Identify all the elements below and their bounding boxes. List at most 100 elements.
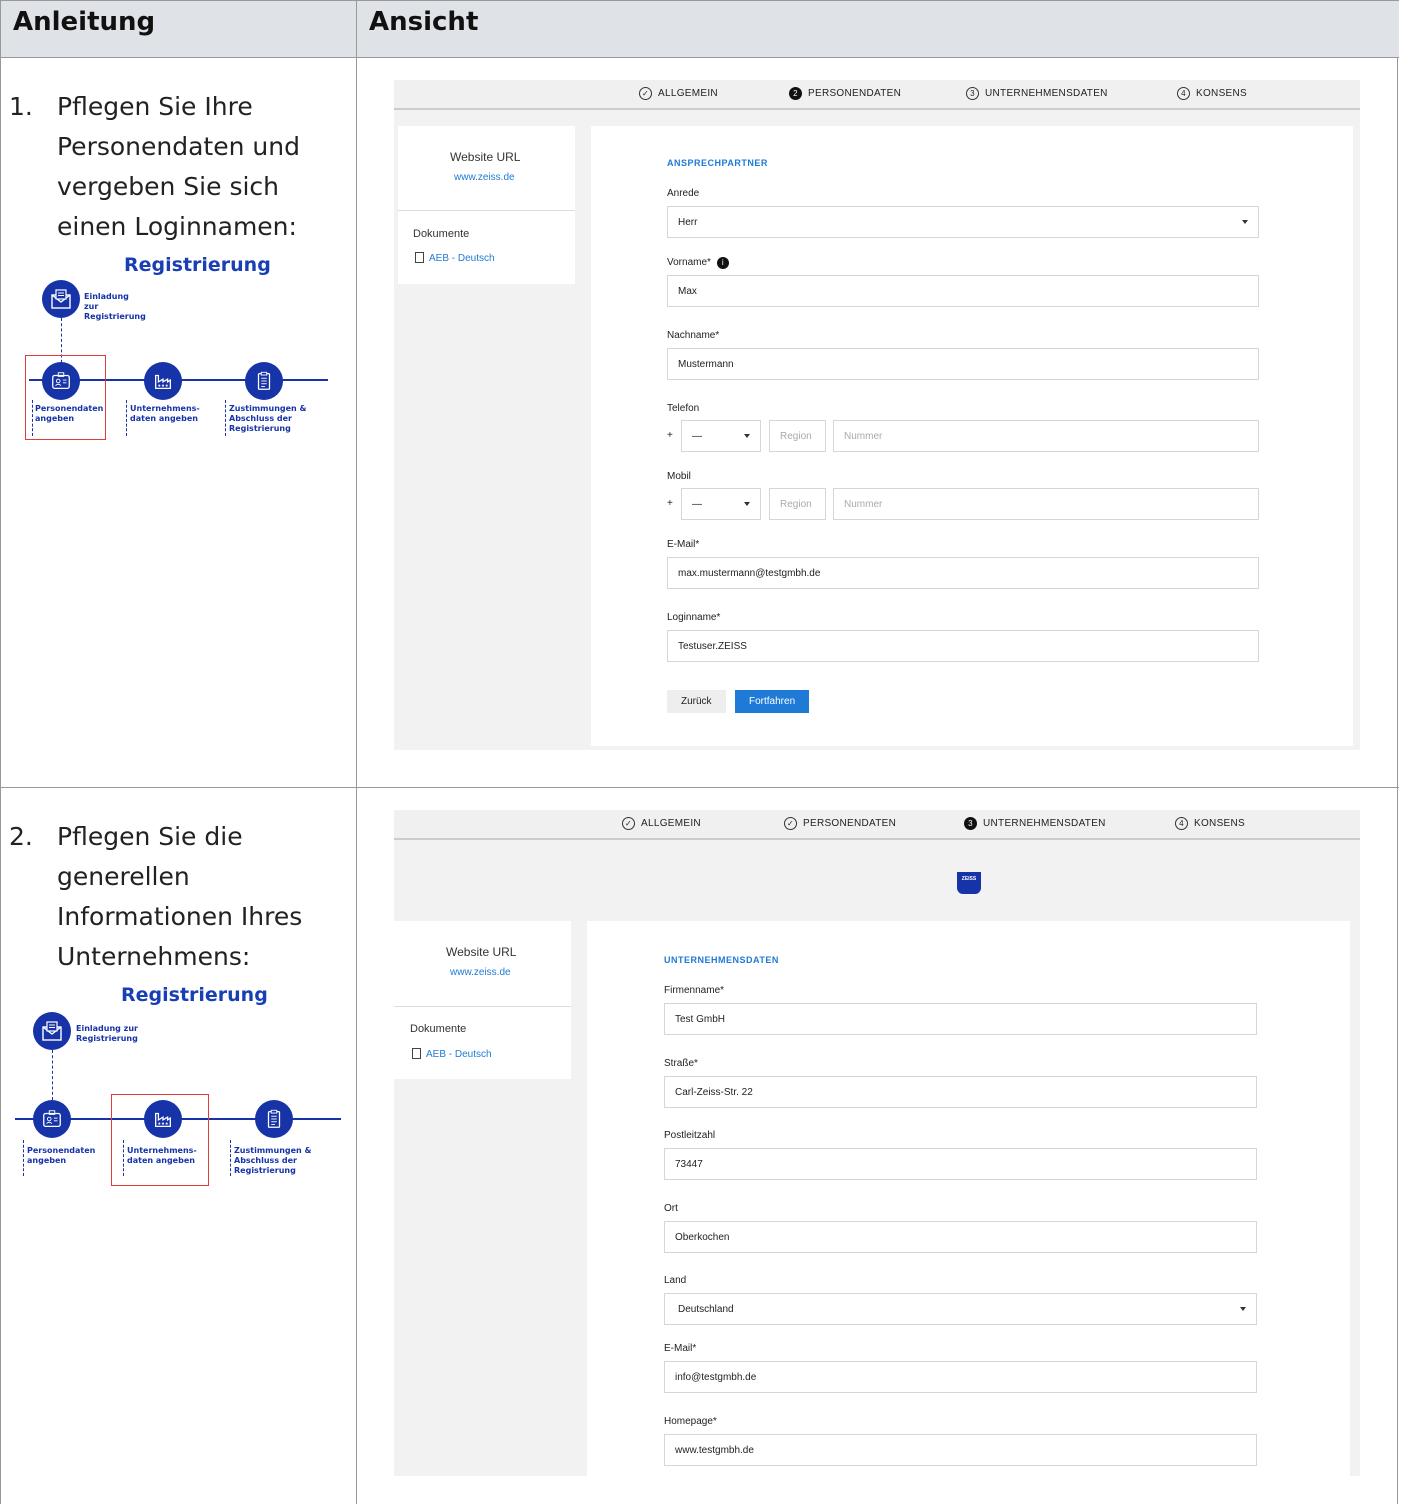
form-panel: ANSPRECHPARTNER Anrede Herr Vorname* i M… <box>591 126 1353 746</box>
country-value: — <box>692 499 702 510</box>
dokumente-label: Dokumente <box>410 1023 467 1035</box>
land-select[interactable]: Deutschland <box>664 1293 1257 1325</box>
firmenname-label: Firmenname* <box>664 985 725 996</box>
info-icon[interactable]: i <box>716 257 729 269</box>
website-url-link[interactable]: www.zeiss.de <box>454 172 515 183</box>
step-label: PERSONENDATEN <box>808 88 902 99</box>
sidebar-divider <box>394 1006 571 1007</box>
telefon-nummer-field[interactable]: Nummer <box>833 420 1259 452</box>
vorname-label: Vorname* i <box>667 257 729 269</box>
instruction-text: Pflegen Sie die generellen Informationen… <box>57 822 303 971</box>
factory-icon <box>144 362 182 400</box>
header-ansicht: Ansicht <box>369 7 479 37</box>
invitation-label: Einladung zur Registrierung <box>76 1024 138 1043</box>
plus-sign: + <box>667 430 673 441</box>
process-diagram-1: Registrierung Einladung zur Registrierun… <box>1 254 331 454</box>
step2-label: Unternehmens-daten angeben <box>130 404 200 423</box>
check-icon: ✓ <box>784 817 797 830</box>
step-personendaten[interactable]: ✓ PERSONENDATEN <box>784 817 896 830</box>
back-button[interactable]: Zurück <box>667 690 726 713</box>
chevron-down-icon <box>744 434 750 438</box>
check-icon: ✓ <box>639 87 652 100</box>
step-number-icon: 4 <box>1175 817 1188 830</box>
section-title: UNTERNEHMENSDATEN <box>664 955 779 965</box>
email-field[interactable]: info@testgmbh.de <box>664 1361 1257 1393</box>
step-number-icon: 3 <box>964 817 977 830</box>
aeb-document-link[interactable]: AEB - Deutsch <box>412 1048 492 1060</box>
anrede-value: Herr <box>678 217 698 228</box>
strasse-field[interactable]: Carl-Zeiss-Str. 22 <box>664 1076 1257 1108</box>
ort-field[interactable]: Oberkochen <box>664 1221 1257 1253</box>
homepage-field[interactable]: www.testgmbh.de <box>664 1434 1257 1466</box>
website-url-link[interactable]: www.zeiss.de <box>450 967 511 978</box>
column-divider <box>356 0 357 1504</box>
zeiss-logo: ZEISS <box>957 872 981 894</box>
step-unternehmensdaten[interactable]: 3 UNTERNEHMENSDATEN <box>966 87 1108 100</box>
document-icon <box>412 1048 421 1059</box>
form-panel: UNTERNEHMENSDATEN Firmenname* Test GmbH … <box>587 921 1350 1476</box>
document-link-label: AEB - Deutsch <box>429 253 495 264</box>
stepper: ✓ ALLGEMEIN ✓ PERSONENDATEN 3 UNTERNEHMENSD… <box>394 810 1360 840</box>
instruction-number: 2. <box>9 822 33 851</box>
step-allgemein[interactable]: ✓ ALLGEMEIN <box>622 817 701 830</box>
stepper: ✓ ALLGEMEIN 2 PERSONENDATEN 3 UNTERNEHMENSD… <box>394 80 1360 110</box>
email-field[interactable]: max.mustermann@testgmbh.de <box>667 557 1259 589</box>
logo-text: ZEISS <box>961 876 977 882</box>
envelope-icon <box>33 1012 71 1050</box>
diagram-title: Registrierung <box>124 254 271 276</box>
vorname-label-text: Vorname* <box>667 257 711 268</box>
section-title: ANSPRECHPARTNER <box>667 158 768 168</box>
dashed-connector <box>52 1050 53 1100</box>
mobil-country-select[interactable]: — <box>681 488 761 520</box>
envelope-icon <box>42 280 80 318</box>
ort-label: Ort <box>664 1203 678 1214</box>
label-marker <box>123 1140 124 1176</box>
step-label: PERSONENDATEN <box>803 818 897 829</box>
step1-label: Personendaten angeben <box>27 1146 96 1165</box>
firmenname-field[interactable]: Test GmbH <box>664 1003 1257 1035</box>
step-label: UNTERNEHMENSDATEN <box>985 88 1108 99</box>
header-anleitung: Anleitung <box>13 7 156 37</box>
mobil-region-field[interactable]: Region <box>769 488 826 520</box>
continue-button[interactable]: Fortfahren <box>735 690 810 713</box>
dokumente-label: Dokumente <box>413 228 470 240</box>
step-konsens[interactable]: 4 KONSENS <box>1177 87 1247 100</box>
instruction-number: 1. <box>9 92 33 121</box>
mobil-nummer-field[interactable]: Nummer <box>833 488 1259 520</box>
screenshot-personendaten: ✓ ALLGEMEIN 2 PERSONENDATEN 3 UNTERNEHMENSD… <box>394 80 1360 750</box>
check-icon: ✓ <box>622 817 635 830</box>
loginname-field[interactable]: Testuser.ZEISS <box>667 630 1259 662</box>
telefon-region-field[interactable]: Region <box>769 420 826 452</box>
chevron-down-icon <box>1242 220 1248 224</box>
step-number-icon: 3 <box>966 87 979 100</box>
step-label: UNTERNEHMENSDATEN <box>983 818 1106 829</box>
email-label: E-Mail* <box>664 1343 697 1354</box>
aeb-document-link[interactable]: AEB - Deutsch <box>415 252 495 264</box>
nachname-label: Nachname* <box>667 330 720 341</box>
land-value: Deutschland <box>678 1304 734 1315</box>
step-allgemein[interactable]: ✓ ALLGEMEIN <box>639 87 718 100</box>
anrede-label: Anrede <box>667 188 700 199</box>
vorname-field[interactable]: Max <box>667 275 1259 307</box>
loginname-label: Loginname* <box>667 612 721 623</box>
chevron-down-icon <box>744 502 750 506</box>
postleitzahl-field[interactable]: 73447 <box>664 1148 1257 1180</box>
label-marker <box>126 400 127 436</box>
step2-label: Unternehmens-daten angeben <box>127 1146 197 1165</box>
step-konsens[interactable]: 4 KONSENS <box>1175 817 1245 830</box>
process-diagram-2: Registrierung Einladung zur Registrierun… <box>1 984 341 1186</box>
anrede-select[interactable]: Herr <box>667 206 1259 238</box>
step-unternehmensdaten[interactable]: 3 UNTERNEHMENSDATEN <box>964 817 1106 830</box>
website-url-label: Website URL <box>450 150 521 164</box>
sidebar: Website URL www.zeiss.de Dokumente AEB -… <box>398 126 575 284</box>
telefon-country-select[interactable]: — <box>681 420 761 452</box>
step-label: ALLGEMEIN <box>641 818 701 829</box>
nachname-field[interactable]: Mustermann <box>667 348 1259 380</box>
step-label: KONSENS <box>1196 88 1248 99</box>
plus-sign: + <box>667 498 673 509</box>
row-divider <box>1 787 1399 788</box>
land-label: Land <box>664 1275 687 1286</box>
postleitzahl-label: Postleitzahl <box>664 1130 716 1141</box>
document-table: Anleitung Ansicht 1. Pflegen Sie Ihre Pe… <box>0 0 1399 1504</box>
step-personendaten[interactable]: 2 PERSONENDATEN <box>789 87 901 100</box>
